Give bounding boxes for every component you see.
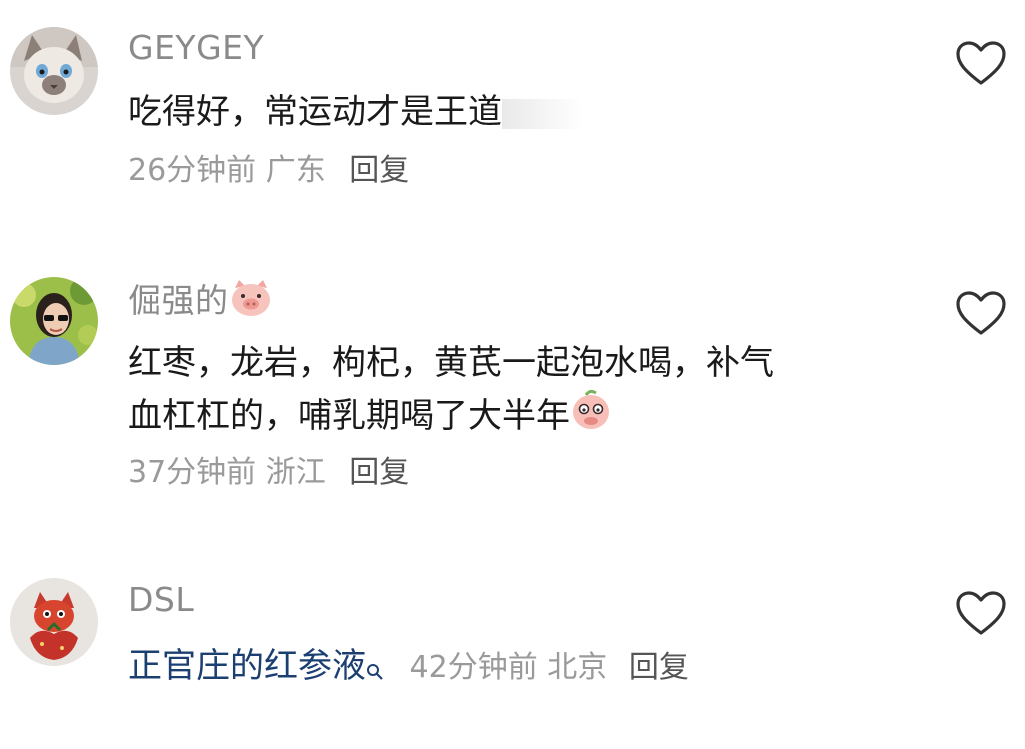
username[interactable]: 倔强的 bbox=[128, 278, 273, 327]
heart-outline-icon bbox=[956, 591, 1006, 635]
comment-time: 37分钟前 bbox=[128, 455, 257, 490]
search-icon bbox=[366, 644, 384, 696]
username-text: 倔强的 bbox=[128, 281, 229, 320]
reply-button[interactable]: 回复 bbox=[349, 455, 409, 490]
avatar[interactable] bbox=[10, 277, 98, 365]
red-character-avatar-icon bbox=[10, 578, 98, 666]
avatar[interactable] bbox=[10, 578, 98, 666]
heart-outline-icon bbox=[956, 41, 1006, 85]
comment-text: 正官庄的红参液 42分钟前 北京 回复 bbox=[128, 640, 689, 696]
pink-face-icon bbox=[573, 389, 609, 429]
comment-text: 吃得好，常运动才是王道 bbox=[128, 86, 582, 138]
search-link[interactable]: 正官庄的红参液 bbox=[128, 646, 384, 686]
comment-location: 北京 bbox=[547, 650, 608, 685]
comment-meta: 42分钟前 北京 回复 bbox=[400, 650, 689, 685]
reply-button[interactable]: 回复 bbox=[629, 650, 689, 685]
woman-sunglasses-avatar-icon bbox=[10, 277, 98, 365]
search-link-text: 正官庄的红参液 bbox=[128, 646, 366, 686]
reply-button[interactable]: 回复 bbox=[349, 153, 409, 188]
heart-outline-icon bbox=[956, 291, 1006, 335]
siamese-kitten-avatar-icon bbox=[10, 27, 98, 115]
comment-location: 浙江 bbox=[265, 455, 326, 490]
like-button[interactable] bbox=[955, 590, 1007, 638]
username[interactable]: DSL bbox=[128, 580, 194, 620]
comment-time: 42分钟前 bbox=[409, 650, 538, 685]
comment-text-content: 吃得好，常运动才是王道 bbox=[128, 92, 502, 132]
like-button[interactable] bbox=[955, 290, 1007, 338]
avatar[interactable] bbox=[10, 27, 98, 115]
comment-meta: 37分钟前 浙江 回复 bbox=[128, 453, 409, 493]
comment-text: 血杠杠的，哺乳期喝了大半年 bbox=[128, 389, 612, 446]
comment-time: 26分钟前 bbox=[128, 153, 257, 188]
pink-face-emoji bbox=[570, 389, 612, 446]
pig-face-icon bbox=[231, 280, 270, 316]
comment-text-content: 血杠杠的，哺乳期喝了大半年 bbox=[128, 396, 570, 436]
pig-face-emoji bbox=[229, 278, 273, 327]
like-button[interactable] bbox=[955, 40, 1007, 88]
comment-meta: 26分钟前 广东 回复 bbox=[128, 151, 409, 191]
blurred-text-tail bbox=[502, 98, 582, 129]
comment-text: 红枣，龙岩，枸杞，黄芪一起泡水喝，补气 bbox=[128, 343, 774, 383]
search-magnifier-icon bbox=[367, 664, 383, 680]
comment-location: 广东 bbox=[265, 153, 326, 188]
username[interactable]: GEYGEY bbox=[128, 28, 264, 68]
